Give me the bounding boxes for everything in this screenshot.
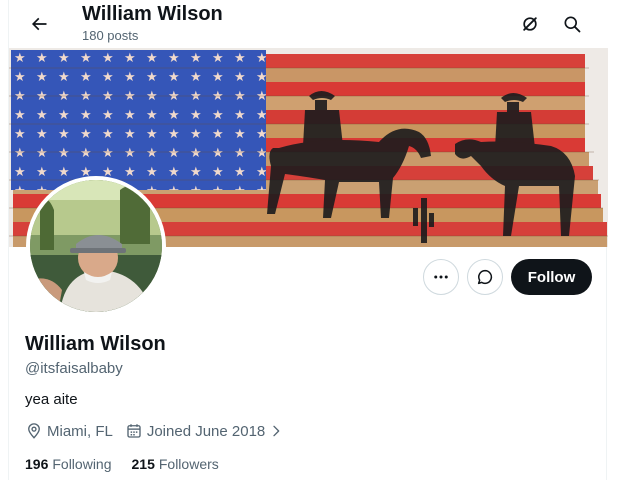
grok-button[interactable] (512, 6, 548, 42)
grok-icon (523, 17, 537, 31)
profile-bio: yea aite (25, 391, 78, 408)
following-link[interactable]: 196 Following (25, 456, 112, 472)
message-icon (477, 269, 493, 285)
page-title: William Wilson (82, 3, 223, 25)
profile-handle: @itsfaisalbaby (25, 360, 123, 377)
more-icon (434, 275, 448, 279)
location-pin-icon (28, 423, 40, 439)
arrow-left-icon (31, 17, 47, 31)
search-icon (564, 16, 581, 33)
post-count: 180 posts (82, 28, 139, 43)
search-button[interactable] (554, 6, 590, 42)
chevron-right-icon[interactable] (268, 423, 284, 439)
top-bar: William Wilson 180 posts (9, 0, 608, 48)
back-button[interactable] (21, 6, 57, 42)
avatar-photo (30, 180, 162, 312)
avatar[interactable] (26, 176, 166, 316)
followers-count: 215 (131, 456, 155, 472)
calendar-icon (127, 424, 141, 438)
following-count: 196 (25, 456, 49, 472)
profile-name: William Wilson (25, 333, 166, 355)
profile-stats: 196 Following 215 Followers (25, 454, 239, 474)
profile-page: William Wilson 180 posts ★ (8, 0, 608, 480)
more-button[interactable] (423, 259, 459, 295)
joined-text: Joined June 2018 (146, 422, 266, 440)
location-text: Miami, FL (47, 422, 113, 440)
following-label: Following (52, 456, 112, 472)
profile-meta: Miami, FL Joined June 2018 (25, 421, 300, 441)
joined-item: Joined June 2018 (125, 422, 288, 440)
followers-label: Followers (158, 456, 219, 472)
follow-button[interactable]: Follow (511, 259, 592, 295)
message-button[interactable] (467, 259, 503, 295)
followers-link[interactable]: 215 Followers (132, 456, 219, 472)
header-title-block: William Wilson 180 posts (82, 2, 223, 44)
location-item: Miami, FL (25, 422, 113, 440)
